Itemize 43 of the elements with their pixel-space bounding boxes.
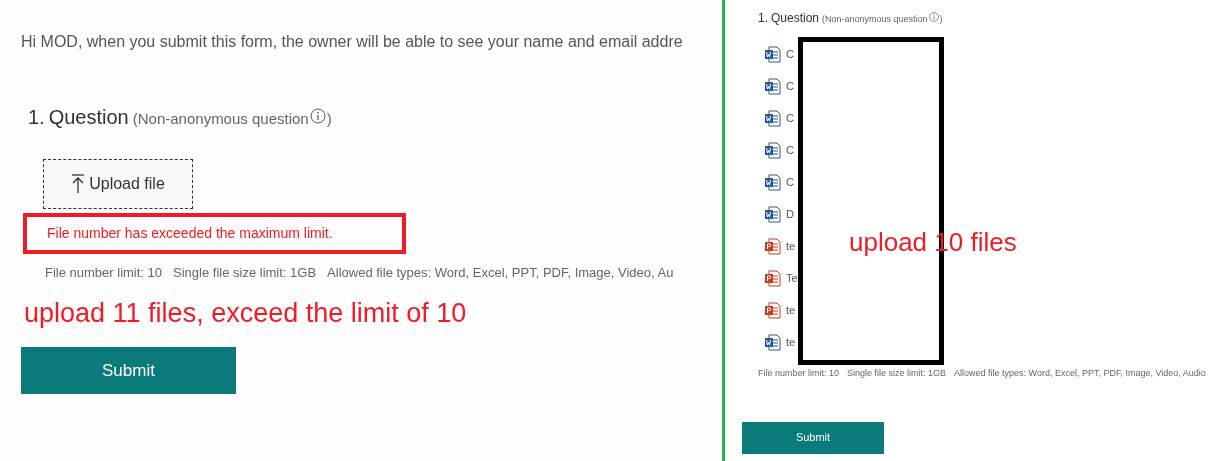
word-document-icon (764, 142, 781, 159)
info-icon[interactable] (928, 12, 939, 22)
word-document-icon (764, 174, 781, 191)
question-note: (Non-anonymous question (132, 109, 309, 129)
word-document-icon (764, 334, 781, 351)
limit-info-text: Single file size limit: 1GB (173, 264, 317, 282)
error-message: File number has exceeded the maximum limit. (47, 224, 333, 243)
limit-info-text: Allowed file types: Word, Excel, PPT, PDF, Image, Video, Audio (954, 367, 1206, 380)
powerpoint-document-icon (764, 302, 781, 319)
limit-info-text: File number limit: 10 (45, 264, 163, 282)
greeting-text: Hi MOD, when you submit this form, the owner will be able to see your name and email addre (21, 32, 684, 52)
file-name[interactable]: te (786, 238, 796, 255)
upload-file-button[interactable]: Upload file (43, 159, 193, 209)
upload-icon (71, 174, 86, 194)
question-note: (Non-anonymous question (822, 13, 928, 26)
question-note-end: ) (326, 109, 332, 129)
file-name[interactable]: D (786, 206, 794, 223)
word-document-icon (764, 46, 781, 63)
word-document-icon (764, 110, 781, 127)
file-name[interactable]: Te (786, 270, 798, 287)
file-name[interactable]: C (786, 46, 794, 63)
file-name[interactable]: C (786, 110, 794, 127)
powerpoint-document-icon (764, 238, 781, 255)
file-name[interactable]: te (786, 334, 796, 351)
file-name[interactable]: C (786, 142, 794, 159)
file-name[interactable]: te (786, 302, 796, 319)
file-name[interactable]: C (786, 174, 794, 191)
question-number: 1. (758, 10, 768, 27)
powerpoint-document-icon (764, 270, 781, 287)
question-number: 1. (28, 105, 45, 130)
word-document-icon (764, 206, 781, 223)
question-note-end: ) (939, 13, 943, 26)
question-title: Question (48, 105, 129, 130)
question-title: Question (771, 10, 820, 27)
submit-button[interactable]: Submit (742, 421, 884, 454)
limit-info-text: File number limit: 10 (758, 367, 840, 380)
annotation-text: upload 11 files, exceed the limit of 10 (24, 296, 468, 330)
limit-info-text: Allowed file types: Word, Excel, PPT, PDF, Image, Video, Au (327, 264, 674, 282)
word-document-icon (764, 78, 781, 95)
submit-button[interactable]: Submit (21, 347, 236, 394)
info-icon[interactable] (309, 108, 326, 124)
limit-info-text: Single file size limit: 1GB (847, 367, 947, 380)
file-name[interactable]: C (786, 78, 794, 95)
